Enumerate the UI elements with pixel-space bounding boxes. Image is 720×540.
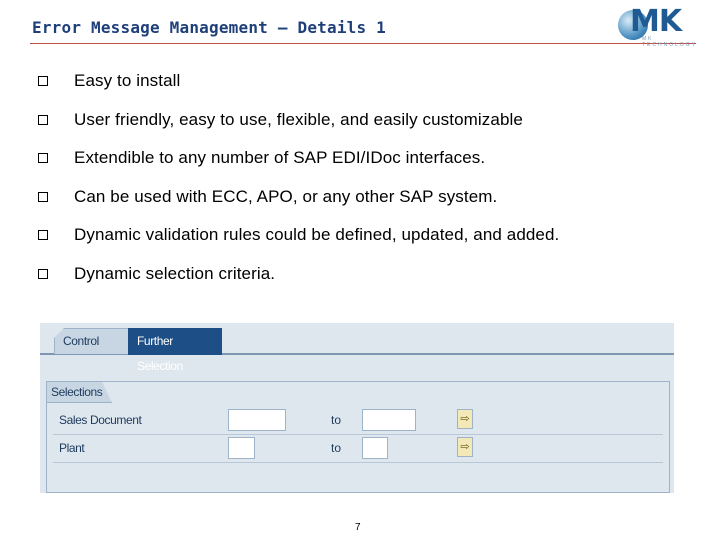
sales-document-to-input[interactable] <box>362 409 416 431</box>
multiple-selection-button[interactable]: ⇨ <box>457 437 473 457</box>
selection-row-plant: Plant to ⇨ <box>53 436 663 463</box>
tab-further-selection[interactable]: Further Selection <box>128 328 222 373</box>
slide-title: Error Message Management – Details 1 <box>32 18 386 37</box>
arrow-right-icon: ⇨ <box>460 413 470 425</box>
plant-to-input[interactable] <box>362 437 388 459</box>
selections-group: Selections Sales Document to ⇨ Plant to … <box>46 381 670 493</box>
bullet-text: Dynamic selection criteria. <box>74 263 276 283</box>
to-label: to <box>331 441 342 455</box>
square-bullet-icon <box>38 114 48 125</box>
selection-row-sales-document: Sales Document to ⇨ <box>53 408 663 435</box>
logo-text: MK <box>630 4 682 39</box>
plant-from-input[interactable] <box>228 437 255 459</box>
bullet-item: Easy to install <box>38 62 559 101</box>
logo-subtext: MK TECHNOLOGY <box>642 36 698 48</box>
square-bullet-icon <box>38 153 48 164</box>
bullet-text: Easy to install <box>74 71 181 91</box>
bullet-text: Dynamic validation rules could be define… <box>74 225 560 245</box>
bullet-text: User friendly, easy to use, flexible, an… <box>74 109 523 129</box>
title-rule <box>30 43 696 44</box>
multiple-selection-button[interactable]: ⇨ <box>457 409 473 429</box>
tab-bar: Control Data Further Selection <box>40 323 674 373</box>
page-number: 7 <box>355 522 361 533</box>
tab-control-data[interactable]: Control Data <box>54 328 132 354</box>
bullet-item: Dynamic selection criteria. <box>38 255 559 294</box>
square-bullet-icon <box>38 191 48 202</box>
bullet-item: Can be used with ECC, APO, or any other … <box>38 178 559 217</box>
sap-selection-screen: Control Data Further Selection Selection… <box>40 323 674 493</box>
field-label: Sales Document <box>59 413 142 427</box>
bullet-item: Extendible to any number of SAP EDI/IDoc… <box>38 139 559 178</box>
bullet-list: Easy to install User friendly, easy to u… <box>38 62 559 293</box>
group-title: Selections <box>47 382 112 403</box>
company-logo: MK MK TECHNOLOGY <box>616 4 700 48</box>
square-bullet-icon <box>38 230 48 241</box>
to-label: to <box>331 413 342 427</box>
arrow-right-icon: ⇨ <box>460 441 470 453</box>
bullet-text: Can be used with ECC, APO, or any other … <box>74 186 498 206</box>
field-label: Plant <box>59 441 85 455</box>
bullet-item: Dynamic validation rules could be define… <box>38 216 559 255</box>
bullet-item: User friendly, easy to use, flexible, an… <box>38 101 559 140</box>
bullet-text: Extendible to any number of SAP EDI/IDoc… <box>74 148 486 168</box>
sales-document-from-input[interactable] <box>228 409 286 431</box>
square-bullet-icon <box>38 76 48 87</box>
square-bullet-icon <box>38 268 48 279</box>
